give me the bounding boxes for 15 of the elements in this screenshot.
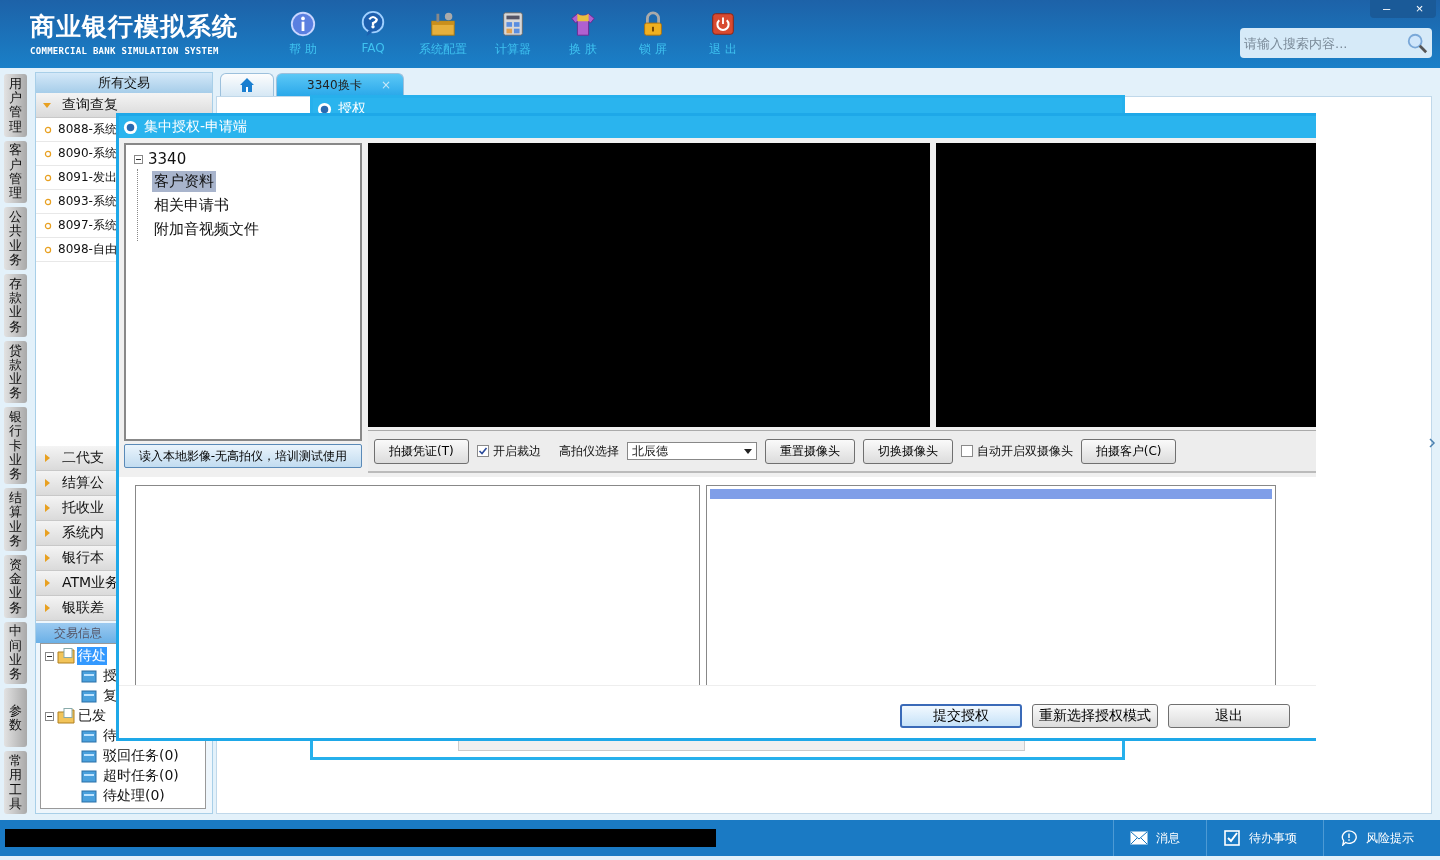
group-label: 银行本 bbox=[62, 549, 104, 567]
field-label: 高拍仪选择 bbox=[558, 442, 619, 460]
group-label: 二代支 bbox=[62, 449, 104, 467]
app-title: 商业银行模拟系统 bbox=[30, 11, 239, 43]
group-label: 银联差 bbox=[62, 599, 104, 617]
panel-header: 所有交易 bbox=[36, 73, 212, 93]
dialog-title: 集中授权-申请端 bbox=[144, 118, 248, 136]
app-subtitle: COMMERCIAL BANK SIMULATION SYSTEM bbox=[30, 46, 220, 56]
checkbox-label: 自动开启双摄像头 bbox=[976, 442, 1073, 460]
group-label: 结算公 bbox=[62, 474, 104, 492]
group-label: 托收业 bbox=[62, 499, 104, 517]
checkbox-label: 开启裁边 bbox=[492, 442, 541, 460]
group-label: 系统内 bbox=[62, 524, 104, 542]
group-label: ATM业务 bbox=[62, 574, 120, 592]
group-label: 查询查复 bbox=[62, 96, 118, 114]
